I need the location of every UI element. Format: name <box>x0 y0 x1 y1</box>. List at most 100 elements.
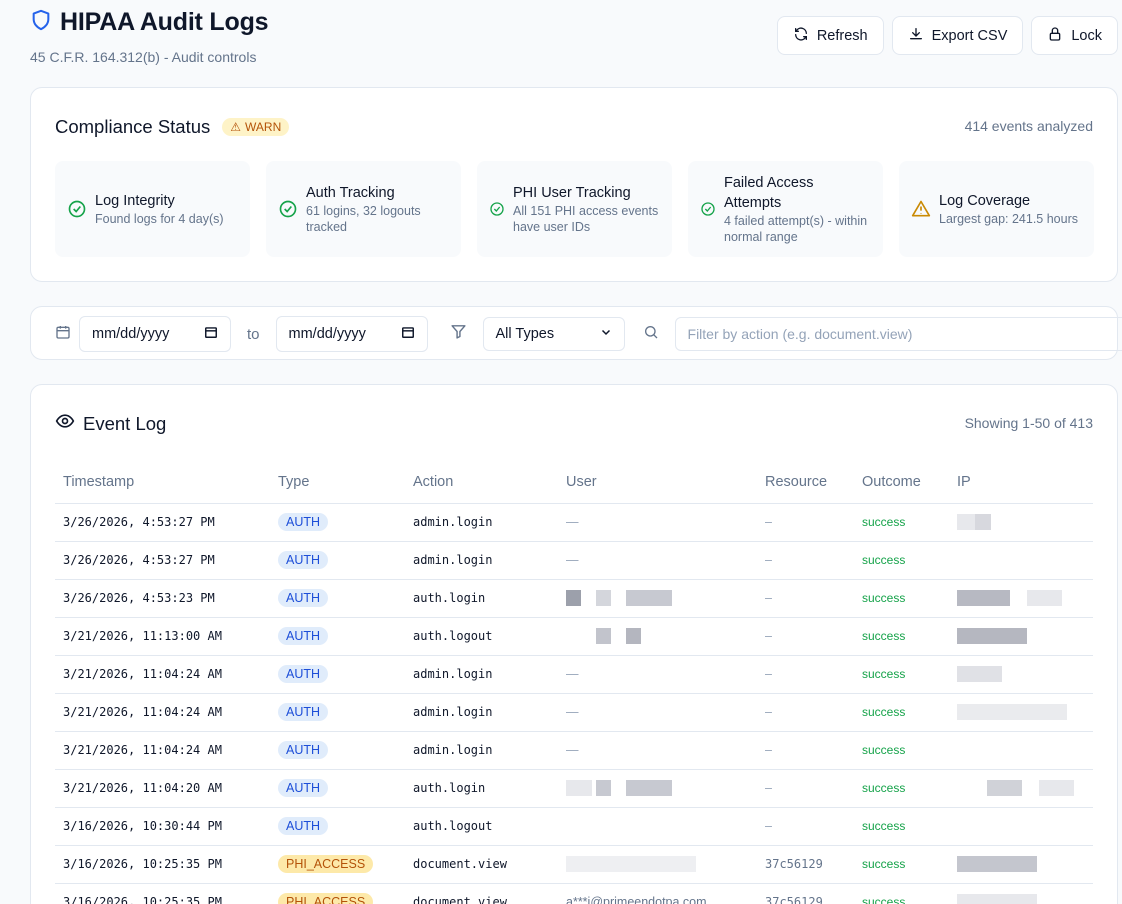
cell-type: AUTH <box>270 541 405 580</box>
col-action[interactable]: Action <box>405 462 558 504</box>
events-analyzed: 414 events analyzed <box>964 118 1093 134</box>
type-badge: AUTH <box>278 665 329 683</box>
outcome-label: success <box>862 667 906 681</box>
cell-outcome: success <box>854 693 949 732</box>
cell-ip-redacted <box>949 883 1093 904</box>
cell-user: — <box>558 503 757 542</box>
col-user[interactable]: User <box>558 462 757 504</box>
table-row[interactable]: 3/21/2026, 11:04:24 AM AUTH admin.login … <box>55 655 1093 694</box>
check-phi-user-tracking: PHI User Tracking All 151 PHI access even… <box>477 161 672 257</box>
cell-resource: – <box>757 617 854 656</box>
col-ip[interactable]: IP <box>949 462 1093 504</box>
check-circle-icon <box>67 199 87 219</box>
col-type[interactable]: Type <box>270 462 405 504</box>
cell-type: AUTH <box>270 503 405 542</box>
type-badge: AUTH <box>278 627 329 645</box>
date-to-input[interactable]: mm/dd/yyyy <box>275 316 428 352</box>
cell-timestamp: 3/26/2026, 4:53:23 PM <box>55 579 270 618</box>
table-row[interactable]: 3/21/2026, 11:13:00 AM AUTH auth.logout … <box>55 617 1093 656</box>
outcome-label: success <box>862 591 906 605</box>
cell-ip-redacted <box>949 807 1093 846</box>
action-filter-input[interactable]: Filter by action (e.g. document.view) <box>674 317 1122 351</box>
page-header: HIPAA Audit Logs 45 C.F.R. 164.312(b) - … <box>30 8 1118 68</box>
filters-bar: mm/dd/yyyy to mm/dd/yyyy All Types Filte… <box>30 306 1122 360</box>
date-from-input[interactable]: mm/dd/yyyy <box>79 316 231 352</box>
table-row[interactable]: 3/16/2026, 10:30:44 PM AUTH auth.logout … <box>55 807 1093 846</box>
col-timestamp[interactable]: Timestamp <box>55 462 270 504</box>
compliance-title: Compliance Status <box>55 116 211 137</box>
lock-icon <box>1047 26 1063 46</box>
cell-outcome: success <box>854 731 949 770</box>
warning-icon: ⚠ <box>230 120 242 134</box>
cell-ip-redacted <box>949 655 1093 694</box>
refresh-button[interactable]: Refresh <box>776 16 884 55</box>
table-header-row: Timestamp Type Action User Resource Outc… <box>55 462 1093 504</box>
outcome-label: success <box>862 705 906 719</box>
cell-type: AUTH <box>270 807 405 846</box>
cell-action: auth.login <box>405 579 558 618</box>
calendar-picker-icon[interactable] <box>204 325 218 343</box>
table-row[interactable]: 3/16/2026, 10:25:35 PM PHI_ACCESS docume… <box>55 883 1093 904</box>
cell-action: document.view <box>405 883 558 904</box>
cell-outcome: success <box>854 503 949 542</box>
table-row[interactable]: 3/16/2026, 10:25:35 PM PHI_ACCESS docume… <box>55 845 1093 884</box>
cell-type: AUTH <box>270 693 405 732</box>
cell-outcome: success <box>854 617 949 656</box>
cell-ip-redacted <box>949 769 1093 808</box>
outcome-label: success <box>862 743 906 757</box>
table-row[interactable]: 3/21/2026, 11:04:20 AM AUTH auth.login –… <box>55 769 1093 808</box>
cell-timestamp: 3/26/2026, 4:53:27 PM <box>55 503 270 542</box>
col-outcome[interactable]: Outcome <box>854 462 949 504</box>
status-badge-label: WARN <box>245 120 282 134</box>
check-desc: All 151 PHI access events have user IDs <box>513 204 659 234</box>
check-failed-access: Failed Access Attempts 4 failed attempt(s… <box>688 161 883 257</box>
cell-outcome: success <box>854 845 949 884</box>
cell-timestamp: 3/21/2026, 11:04:24 AM <box>55 731 270 770</box>
cell-type: AUTH <box>270 617 405 656</box>
cell-user: — <box>558 693 757 732</box>
col-resource[interactable]: Resource <box>757 462 854 504</box>
type-badge: PHI_ACCESS <box>278 893 374 904</box>
check-desc: 4 failed attempt(s) - within normal rang… <box>724 214 868 244</box>
cell-ip-redacted <box>949 731 1093 770</box>
cell-timestamp: 3/26/2026, 4:53:27 PM <box>55 541 270 580</box>
type-badge: AUTH <box>278 817 329 835</box>
refresh-label: Refresh <box>816 27 868 44</box>
cell-resource: – <box>757 655 854 694</box>
warning-triangle-icon <box>911 199 931 219</box>
type-badge: AUTH <box>278 513 329 531</box>
download-icon <box>908 26 924 46</box>
refresh-icon <box>793 26 809 46</box>
chevron-down-icon <box>600 326 612 342</box>
cell-timestamp: 3/16/2026, 10:25:35 PM <box>55 883 270 904</box>
export-csv-button[interactable]: Export CSV <box>891 16 1024 55</box>
cell-resource: – <box>757 693 854 732</box>
table-row[interactable]: 3/26/2026, 4:53:27 PM AUTH admin.login —… <box>55 503 1093 542</box>
cell-ip-redacted <box>949 693 1093 732</box>
type-badge: AUTH <box>278 551 329 569</box>
cell-outcome: success <box>854 655 949 694</box>
compliance-status-card: Compliance Status ⚠ WARN 414 events anal… <box>30 87 1118 282</box>
cell-resource: – <box>757 807 854 846</box>
type-select[interactable]: All Types <box>482 317 625 351</box>
check-desc: Largest gap: 241.5 hours <box>939 212 1078 226</box>
cell-user: a***i@primeendotpa.com <box>558 883 757 904</box>
cell-outcome: success <box>854 807 949 846</box>
cell-resource: – <box>757 541 854 580</box>
table-row[interactable]: 3/26/2026, 4:53:27 PM AUTH admin.login —… <box>55 541 1093 580</box>
cell-timestamp: 3/21/2026, 11:04:24 AM <box>55 693 270 732</box>
event-table: Timestamp Type Action User Resource Outc… <box>55 462 1093 904</box>
table-row[interactable]: 3/21/2026, 11:04:24 AM AUTH admin.login … <box>55 693 1093 732</box>
check-name: Log Integrity <box>95 193 175 209</box>
cell-ip-redacted <box>949 579 1093 618</box>
table-row[interactable]: 3/26/2026, 4:53:23 PM AUTH auth.login – … <box>55 579 1093 618</box>
cell-action: admin.login <box>405 655 558 694</box>
check-desc: 61 logins, 32 logouts tracked <box>306 204 421 234</box>
event-log-title: Event Log <box>83 412 167 434</box>
cell-resource: 37c56129 <box>757 845 854 884</box>
check-name: Auth Tracking <box>306 185 395 201</box>
calendar-picker-icon[interactable] <box>401 325 415 343</box>
lock-button[interactable]: Lock <box>1031 16 1118 55</box>
table-row[interactable]: 3/21/2026, 11:04:24 AM AUTH admin.login … <box>55 731 1093 770</box>
cell-user: — <box>558 655 757 694</box>
